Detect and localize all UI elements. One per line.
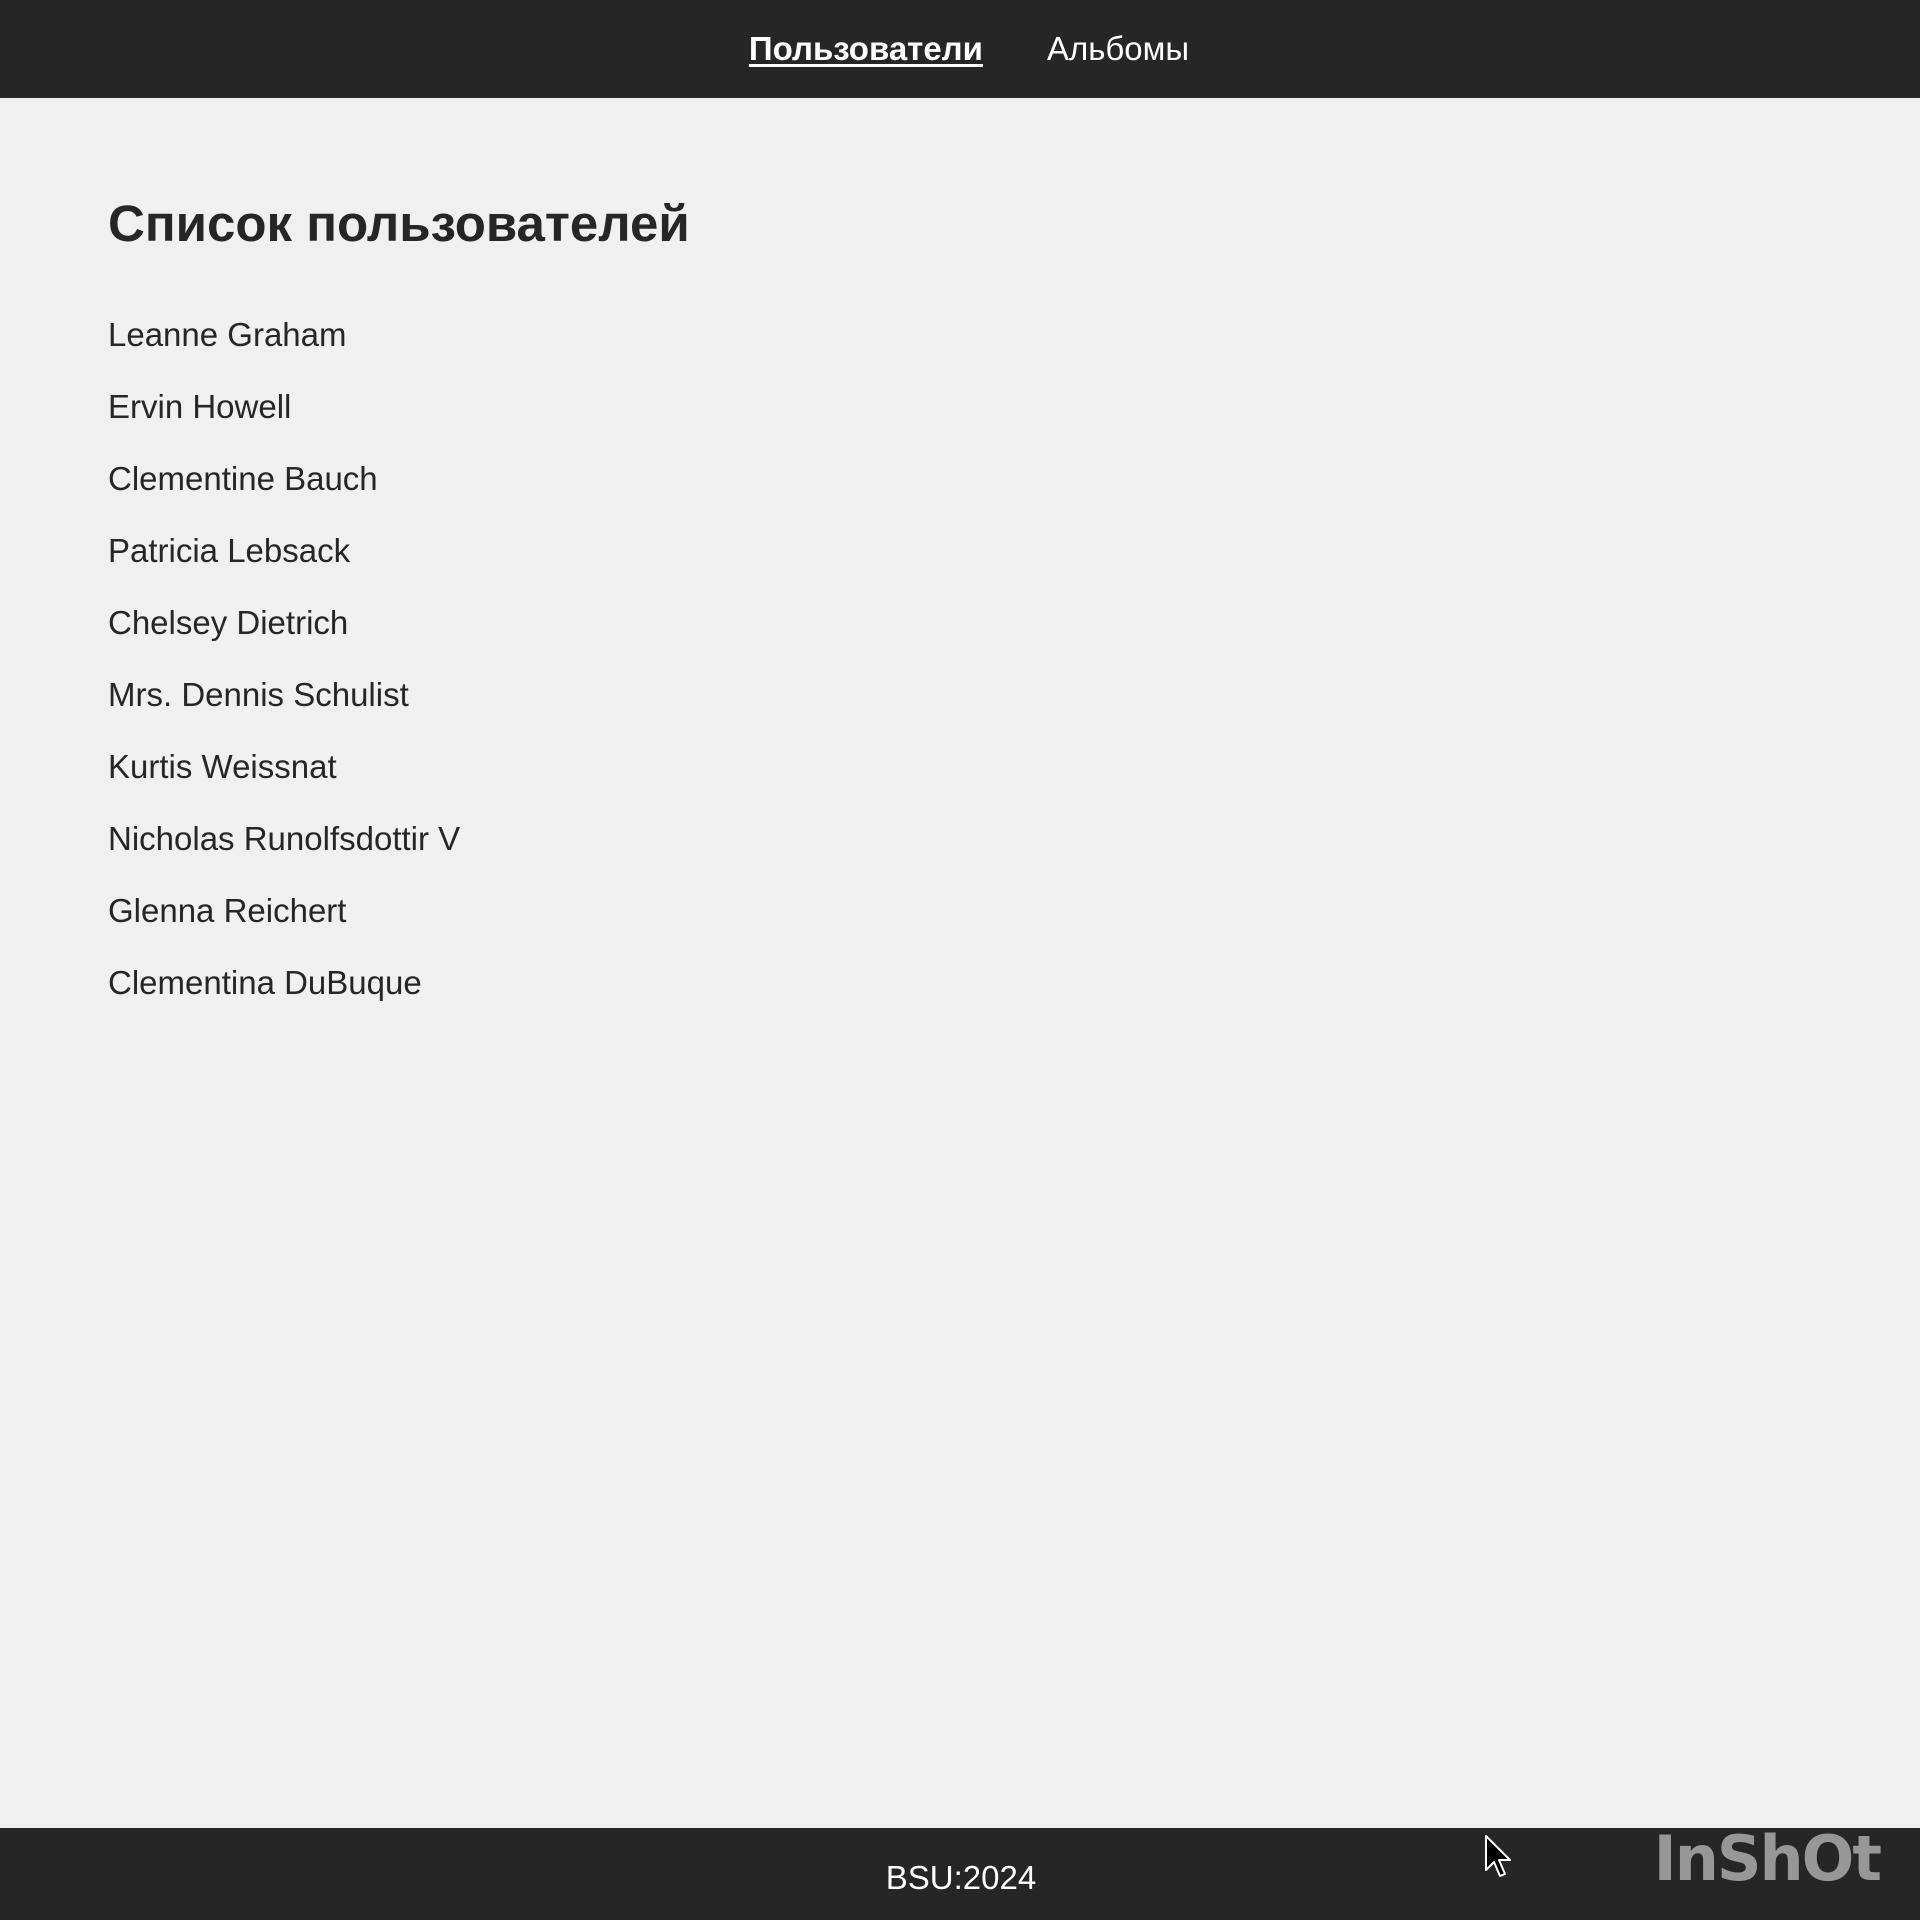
- user-list-item[interactable]: Clementine Bauch: [108, 461, 460, 533]
- user-list: Leanne Graham Ervin Howell Clementine Ba…: [108, 317, 460, 1037]
- nav-link-users[interactable]: Пользователи: [749, 30, 983, 68]
- user-list-item[interactable]: Ervin Howell: [108, 389, 460, 461]
- top-navbar: Пользователи Альбомы: [0, 0, 1920, 98]
- nav-link-albums[interactable]: Альбомы: [1047, 30, 1189, 68]
- main-content: Список пользователей Leanne Graham Ervin…: [0, 98, 1920, 1828]
- inshot-watermark: InShOt: [1653, 1822, 1882, 1895]
- user-list-item[interactable]: Nicholas Runolfsdottir V: [108, 821, 460, 893]
- user-list-item[interactable]: Clementina DuBuque: [108, 965, 460, 1037]
- user-list-item[interactable]: Kurtis Weissnat: [108, 749, 460, 821]
- footer: BSU:2024: [0, 1828, 1920, 1920]
- user-list-item[interactable]: Patricia Lebsack: [108, 533, 460, 605]
- mouse-pointer-icon: [1485, 1835, 1511, 1877]
- user-list-item[interactable]: Mrs. Dennis Schulist: [108, 677, 460, 749]
- page-title: Список пользователей: [108, 195, 690, 252]
- main-nav: Пользователи Альбомы: [749, 30, 1189, 68]
- user-list-item[interactable]: Leanne Graham: [108, 317, 460, 389]
- user-list-item[interactable]: Chelsey Dietrich: [108, 605, 460, 677]
- footer-text: BSU:2024: [885, 1859, 1037, 1896]
- user-list-item[interactable]: Glenna Reichert: [108, 893, 460, 965]
- page: Пользователи Альбомы Список пользователе…: [0, 0, 1920, 1920]
